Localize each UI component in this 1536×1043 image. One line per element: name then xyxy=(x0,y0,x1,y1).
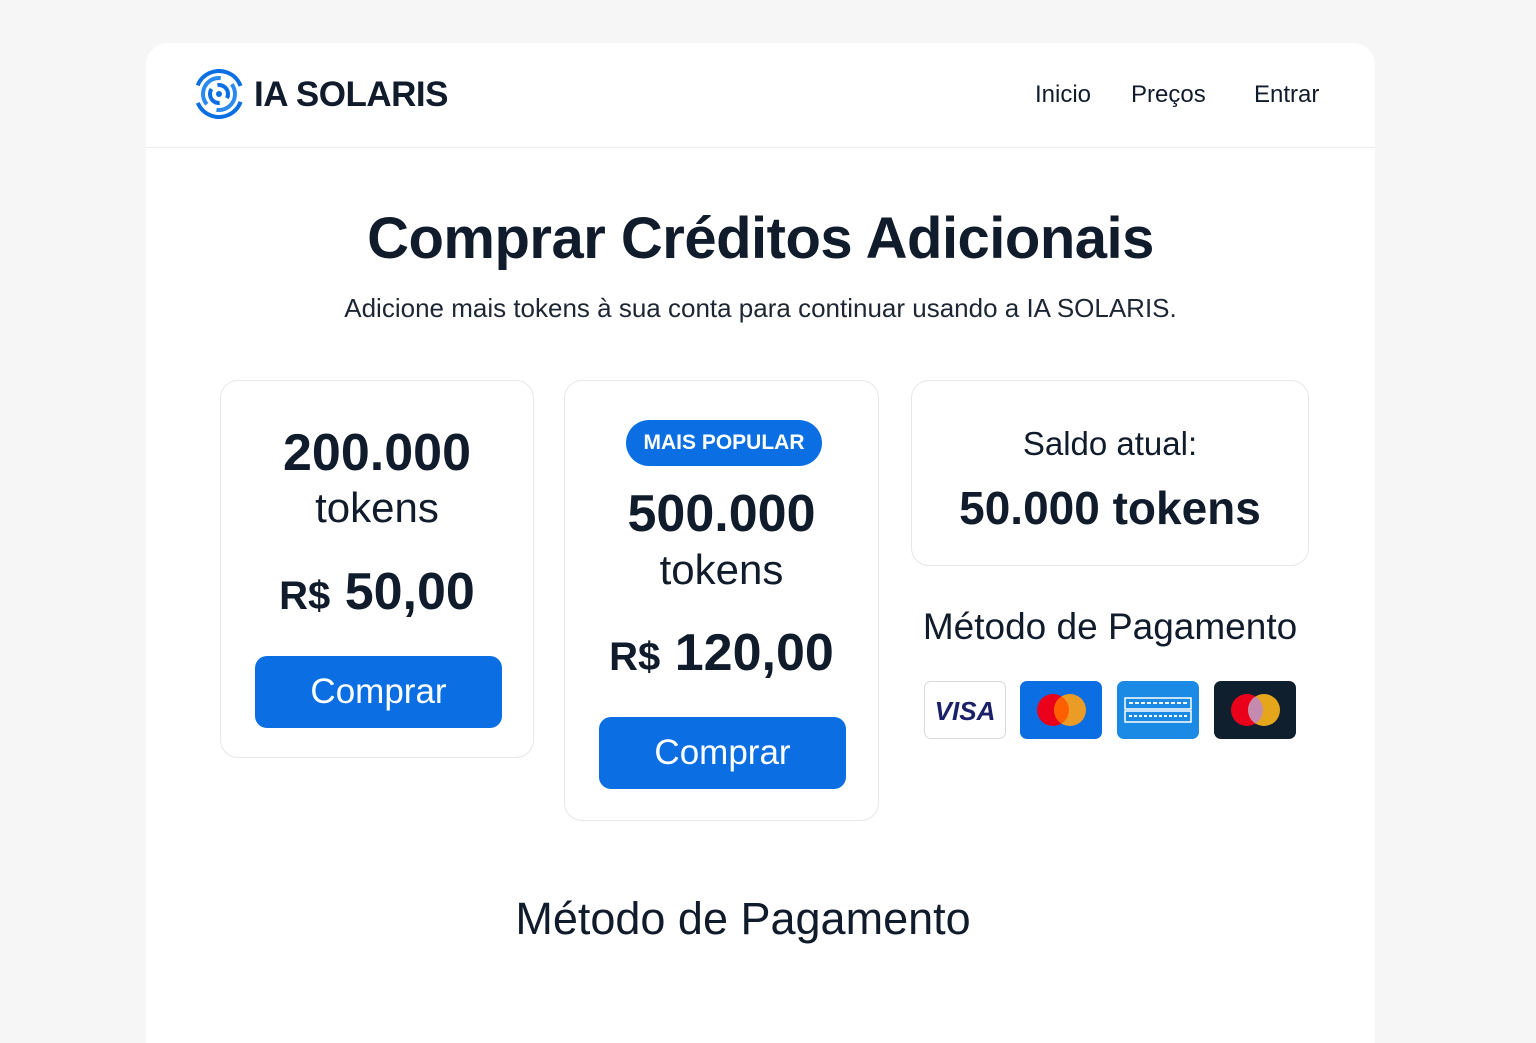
plan-price: R$ 120,00 xyxy=(565,624,878,686)
nav-link-inicio[interactable]: Inicio xyxy=(1035,81,1091,109)
buy-button-200k[interactable]: Comprar xyxy=(255,656,502,728)
buy-button-500k[interactable]: Comprar xyxy=(599,717,846,789)
payment-method-title: Método de Pagamento xyxy=(922,606,1298,647)
balance-card: Saldo atual: 50.000 tokens xyxy=(911,380,1309,566)
plan-currency: R$ xyxy=(609,635,661,679)
top-navbar: IA SOLARIS Inicio Preços Entrar xyxy=(146,43,1375,148)
popular-badge: MAIS POPULAR xyxy=(626,420,822,466)
plan-unit: tokens xyxy=(659,546,784,593)
amex-icon[interactable] xyxy=(1117,681,1199,739)
plan-card-200k: 200.000 tokens R$ 50,00 Comprar xyxy=(220,380,534,758)
plan-card-500k: MAIS POPULAR 500.000 tokens R$ 120,00 Co… xyxy=(564,380,879,821)
balance-value: 50.000 tokens xyxy=(959,482,1261,534)
plan-unit: tokens xyxy=(315,484,439,531)
page-subtitle: Adicione mais tokens à sua conta para co… xyxy=(344,293,1177,323)
plan-amount: 500.000 xyxy=(627,485,816,543)
nav-link-entrar[interactable]: Entrar xyxy=(1254,81,1319,109)
mastercard-dark-icon[interactable] xyxy=(1214,681,1296,739)
balance-label: Saldo atual: xyxy=(1022,425,1198,462)
visa-label: VISA xyxy=(934,696,996,726)
page-container: IA SOLARIS Inicio Preços Entrar Comprar … xyxy=(146,43,1375,1043)
plan-price: R$ 50,00 xyxy=(221,563,533,625)
plan-price-value: 50,00 xyxy=(344,563,475,621)
brand-name[interactable]: IA SOLARIS xyxy=(254,75,449,115)
payment-section-title: Método de Pagamento xyxy=(515,893,971,944)
plan-price-value: 120,00 xyxy=(674,624,834,682)
plan-amount: 200.000 xyxy=(283,424,471,482)
nav-link-precos[interactable]: Preços xyxy=(1131,81,1206,109)
page-title: Comprar Créditos Adicionais xyxy=(367,206,1154,271)
mastercard-icon[interactable] xyxy=(1020,681,1102,739)
plan-currency: R$ xyxy=(279,574,331,618)
spiral-swirl-icon[interactable] xyxy=(194,69,244,119)
visa-icon[interactable]: VISA xyxy=(924,681,1006,739)
